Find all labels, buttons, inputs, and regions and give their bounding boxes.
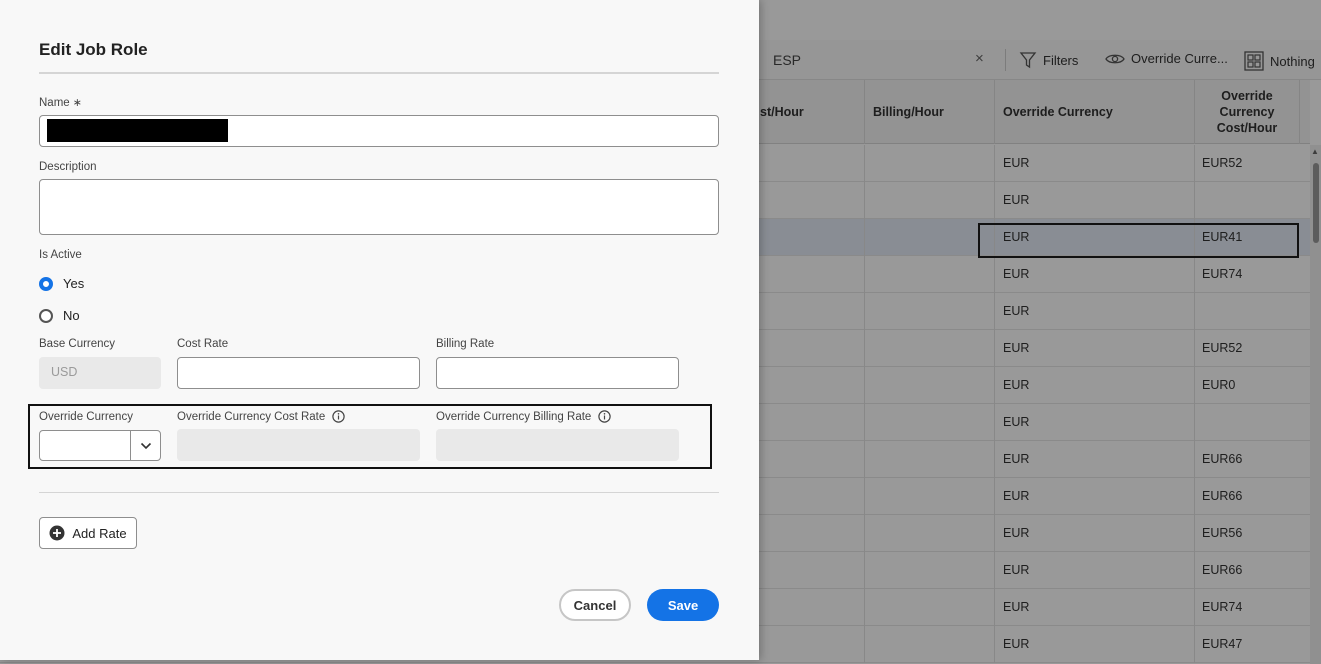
base-currency-label: Base Currency [39, 338, 116, 350]
name-label-text: Name [39, 97, 70, 109]
radio-yes[interactable]: Yes [39, 276, 84, 291]
annotation-highlight-override-fields [28, 404, 712, 469]
is-active-label: Is Active [39, 249, 82, 261]
radio-checked-icon [39, 276, 53, 291]
base-currency-value: USD [51, 365, 78, 379]
description-textarea[interactable] [39, 179, 719, 235]
required-indicator: ∗ [72, 97, 82, 109]
redacted-name-value [47, 119, 228, 142]
name-input[interactable] [39, 115, 719, 147]
radio-yes-label: Yes [63, 276, 85, 291]
title-divider [39, 72, 719, 74]
edit-job-role-dialog: Edit Job Role Name ∗ Description Is Activ… [0, 0, 759, 660]
radio-unchecked-icon [39, 308, 53, 323]
billing-rate-label: Billing Rate [436, 338, 495, 350]
section-divider [39, 492, 719, 493]
dialog-title: Edit Job Role [39, 40, 148, 59]
name-label: Name ∗ [39, 96, 82, 109]
add-circle-icon [49, 525, 65, 541]
add-rate-button[interactable]: Add Rate [39, 517, 137, 549]
billing-rate-input[interactable] [436, 357, 679, 389]
description-label: Description [39, 161, 97, 173]
cost-rate-label: Cost Rate [177, 338, 229, 350]
add-rate-label: Add Rate [72, 525, 127, 541]
base-currency-field: USD [39, 357, 161, 389]
cancel-button[interactable]: Cancel [559, 589, 631, 621]
cost-rate-input[interactable] [177, 357, 420, 389]
radio-no-label: No [63, 308, 80, 323]
annotation-highlight-grid-row [978, 223, 1299, 258]
save-button[interactable]: Save [647, 589, 719, 621]
radio-no[interactable]: No [39, 308, 80, 323]
